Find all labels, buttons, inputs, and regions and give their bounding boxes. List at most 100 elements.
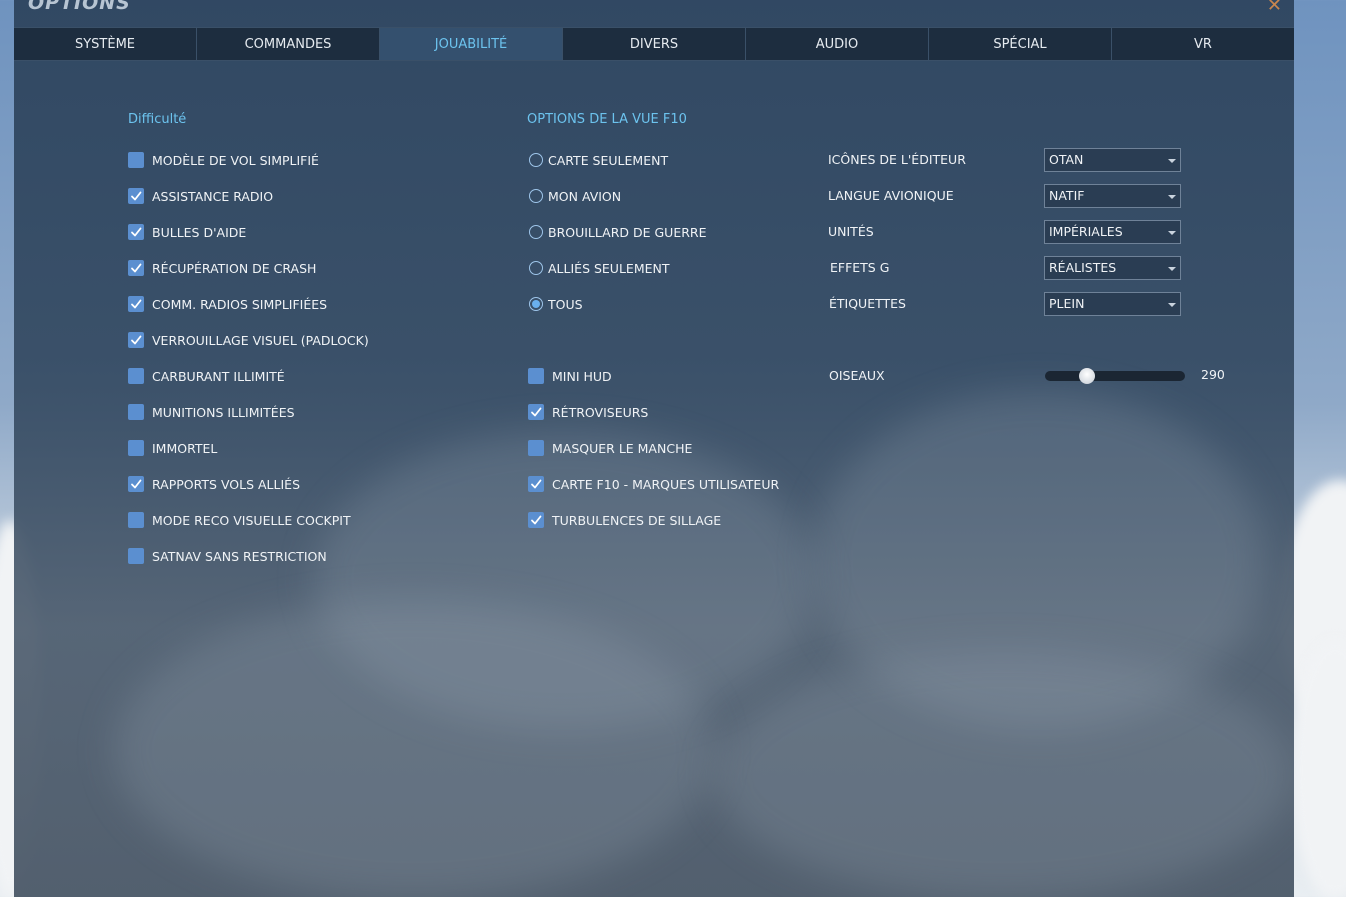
checkbox-unchecked[interactable] xyxy=(528,440,544,456)
setting-dropdown-value: PLEIN xyxy=(1049,296,1085,311)
window-title: OPTIONS xyxy=(28,0,131,14)
checkbox-unchecked[interactable] xyxy=(128,404,144,420)
checkbox-unchecked[interactable] xyxy=(128,548,144,564)
radio-unselected[interactable] xyxy=(529,225,543,239)
difficulty-option-label: RAPPORTS VOLS ALLIÉS xyxy=(152,476,301,492)
difficulty-option-row[interactable]: SATNAV SANS RESTRICTION xyxy=(128,547,327,565)
difficulty-option-row[interactable]: ASSISTANCE RADIO xyxy=(128,187,273,205)
setting-dropdown-value: IMPÉRIALES xyxy=(1049,224,1123,239)
difficulty-option-row[interactable]: MODÈLE DE VOL SIMPLIFIÉ xyxy=(128,151,319,169)
checkmark-icon xyxy=(131,299,142,309)
dropdown-arrow-icon xyxy=(1168,231,1176,235)
radio-unselected[interactable] xyxy=(529,153,543,167)
difficulty-option-row[interactable]: MODE RECO VISUELLE COCKPIT xyxy=(128,511,351,529)
setting-label: ICÔNES DE L'ÉDITEUR xyxy=(828,152,966,167)
misc-option-label: MINI HUD xyxy=(552,368,612,384)
difficulty-option-label: COMM. RADIOS SIMPLIFIÉES xyxy=(152,296,328,312)
tab-commandes[interactable]: COMMANDES xyxy=(197,28,380,60)
difficulty-option-row[interactable]: COMM. RADIOS SIMPLIFIÉES xyxy=(128,295,327,313)
setting-label: LANGUE AVIONIQUE xyxy=(828,188,954,203)
dropdown-arrow-icon xyxy=(1168,159,1176,163)
checkbox-unchecked[interactable] xyxy=(128,152,144,168)
setting-dropdown[interactable]: OTAN xyxy=(1044,148,1181,172)
difficulty-title: Difficulté xyxy=(128,112,187,127)
checkbox-checked[interactable] xyxy=(128,224,144,240)
difficulty-option-row[interactable]: VERROUILLAGE VISUEL (PADLOCK) xyxy=(128,331,369,349)
birds-slider[interactable] xyxy=(1045,368,1185,384)
checkbox-unchecked[interactable] xyxy=(128,512,144,528)
setting-dropdown[interactable]: IMPÉRIALES xyxy=(1044,220,1181,244)
checkbox-checked[interactable] xyxy=(128,260,144,276)
radio-dot xyxy=(532,300,540,308)
f10-view-title: OPTIONS DE LA VUE F10 xyxy=(527,112,687,127)
difficulty-option-row[interactable]: MUNITIONS ILLIMITÉES xyxy=(128,403,295,421)
setting-dropdown[interactable]: PLEIN xyxy=(1044,292,1181,316)
tab-systeme[interactable]: SYSTÈME xyxy=(14,28,197,60)
f10-view-option-label: BROUILLARD DE GUERRE xyxy=(548,224,707,240)
misc-option-row[interactable]: MINI HUD xyxy=(528,367,612,385)
checkbox-checked[interactable] xyxy=(128,332,144,348)
dropdown-arrow-icon xyxy=(1168,267,1176,271)
birds-slider-thumb[interactable] xyxy=(1079,368,1095,384)
setting-label: EFFETS G xyxy=(830,260,890,275)
checkmark-icon xyxy=(531,515,542,525)
checkbox-checked[interactable] xyxy=(528,512,544,528)
dropdown-arrow-icon xyxy=(1168,303,1176,307)
misc-option-row[interactable]: MASQUER LE MANCHE xyxy=(528,439,692,457)
setting-dropdown-value: OTAN xyxy=(1049,152,1084,167)
difficulty-option-label: MUNITIONS ILLIMITÉES xyxy=(152,404,295,420)
radio-unselected[interactable] xyxy=(529,189,543,203)
tab-divers[interactable]: DIVERS xyxy=(563,28,746,60)
checkmark-icon xyxy=(131,479,142,489)
options-window: OPTIONS ✕ SYSTÈME COMMANDES JOUABILITÉ D… xyxy=(14,0,1294,897)
f10-view-option-label: ALLIÉS SEULEMENT xyxy=(548,260,670,276)
checkbox-unchecked[interactable] xyxy=(128,368,144,384)
checkmark-icon xyxy=(131,191,142,201)
radio-selected[interactable] xyxy=(529,297,543,311)
f10-view-option-label: CARTE SEULEMENT xyxy=(548,152,669,168)
setting-dropdown[interactable]: RÉALISTES xyxy=(1044,256,1181,280)
f10-view-option[interactable]: TOUS xyxy=(529,295,583,313)
tab-special[interactable]: SPÉCIAL xyxy=(929,28,1112,60)
difficulty-option-row[interactable]: RAPPORTS VOLS ALLIÉS xyxy=(128,475,300,493)
checkbox-checked[interactable] xyxy=(128,188,144,204)
misc-option-row[interactable]: CARTE F10 - MARQUES UTILISATEUR xyxy=(528,475,779,493)
difficulty-option-label: VERROUILLAGE VISUEL (PADLOCK) xyxy=(152,332,369,348)
difficulty-option-label: RÉCUPÉRATION DE CRASH xyxy=(152,260,317,276)
dropdown-arrow-icon xyxy=(1168,195,1176,199)
checkbox-unchecked[interactable] xyxy=(528,368,544,384)
f10-view-option-label: TOUS xyxy=(548,296,583,312)
checkbox-checked[interactable] xyxy=(128,296,144,312)
misc-option-row[interactable]: TURBULENCES DE SILLAGE xyxy=(528,511,721,529)
misc-option-label: TURBULENCES DE SILLAGE xyxy=(552,512,722,528)
f10-view-option[interactable]: CARTE SEULEMENT xyxy=(529,151,668,169)
misc-option-row[interactable]: RÉTROVISEURS xyxy=(528,403,648,421)
tab-jouabilite[interactable]: JOUABILITÉ xyxy=(380,28,563,60)
f10-view-option[interactable]: ALLIÉS SEULEMENT xyxy=(529,259,669,277)
difficulty-option-row[interactable]: IMMORTEL xyxy=(128,439,217,457)
difficulty-option-label: IMMORTEL xyxy=(152,440,218,456)
checkbox-checked[interactable] xyxy=(128,476,144,492)
setting-label: UNITÉS xyxy=(828,224,874,239)
radio-unselected[interactable] xyxy=(529,261,543,275)
tab-audio[interactable]: AUDIO xyxy=(746,28,929,60)
difficulty-option-row[interactable]: BULLES D'AIDE xyxy=(128,223,246,241)
checkbox-checked[interactable] xyxy=(528,404,544,420)
difficulty-option-row[interactable]: RÉCUPÉRATION DE CRASH xyxy=(128,259,316,277)
tab-bar: SYSTÈME COMMANDES JOUABILITÉ DIVERS AUDI… xyxy=(14,27,1294,61)
difficulty-option-label: CARBURANT ILLIMITÉ xyxy=(152,368,285,384)
difficulty-option-row[interactable]: CARBURANT ILLIMITÉ xyxy=(128,367,285,385)
f10-view-option[interactable]: BROUILLARD DE GUERRE xyxy=(529,223,706,241)
misc-option-label: RÉTROVISEURS xyxy=(552,404,649,420)
birds-value: 290 xyxy=(1201,367,1225,382)
checkmark-icon xyxy=(131,227,142,237)
f10-view-option[interactable]: MON AVION xyxy=(529,187,621,205)
checkbox-checked[interactable] xyxy=(528,476,544,492)
checkbox-unchecked[interactable] xyxy=(128,440,144,456)
difficulty-option-label: ASSISTANCE RADIO xyxy=(152,188,274,204)
difficulty-option-label: MODÈLE DE VOL SIMPLIFIÉ xyxy=(152,152,319,168)
close-icon[interactable]: ✕ xyxy=(1267,0,1282,16)
difficulty-option-label: MODE RECO VISUELLE COCKPIT xyxy=(152,512,351,528)
tab-vr[interactable]: VR xyxy=(1112,28,1294,60)
setting-dropdown[interactable]: NATIF xyxy=(1044,184,1181,208)
